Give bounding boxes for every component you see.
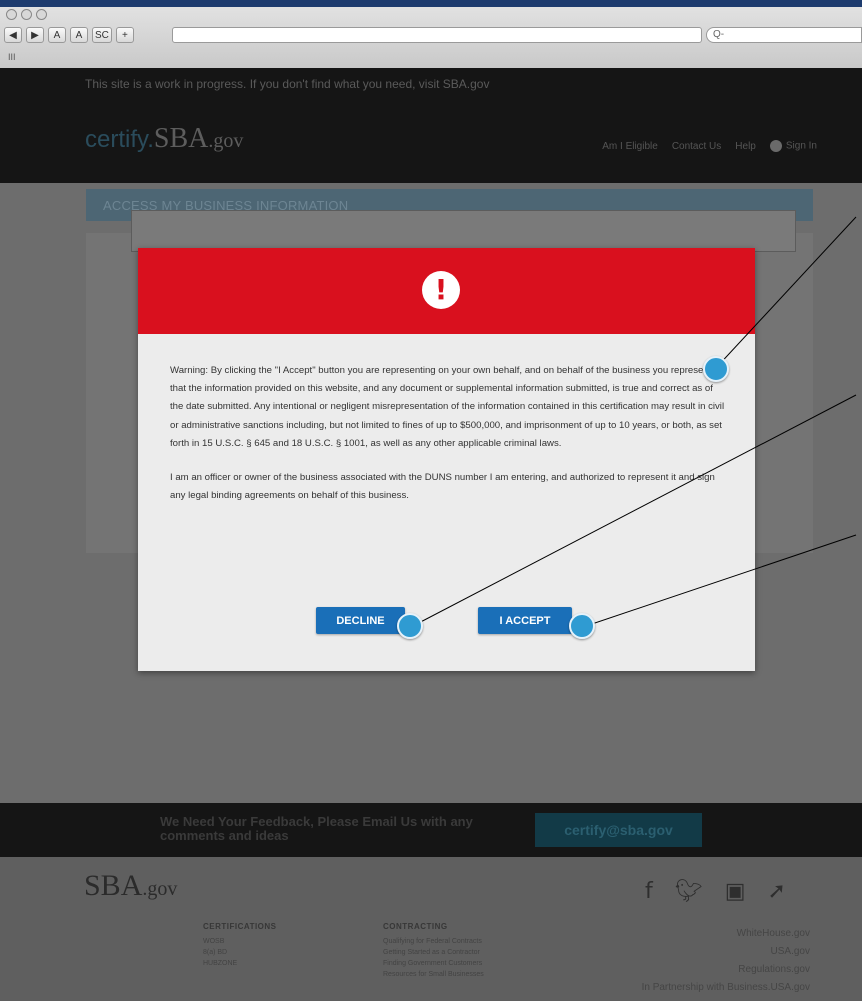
zoom-window-icon[interactable]	[36, 9, 47, 20]
bookmarks-bar[interactable]: III	[8, 52, 16, 62]
nav-user-label: Sign In	[785, 140, 817, 152]
footer-link-partnership[interactable]: In Partnership with Business.USA.gov	[642, 979, 810, 997]
modal-body: Warning: By clicking the "I Accept" butt…	[170, 362, 728, 521]
youtube-icon[interactable]: ▣	[725, 879, 746, 904]
nav-item-contact[interactable]: Contact Us	[672, 141, 721, 152]
certification-warning-modal: ! Warning: By clicking the "I Accept" bu…	[138, 248, 755, 671]
main-nav: Am I Eligible Contact Us Help Sign In	[602, 140, 817, 152]
exclamation-icon: !	[422, 271, 460, 309]
contracting-heading: CONTRACTING	[383, 922, 448, 931]
logo-certify-text: certify.	[85, 126, 154, 153]
feedback-text: We Need Your Feedback, Please Email Us w…	[160, 814, 473, 843]
footer-certifications: CERTIFICATIONS WOSB 8(a) BD HUBZONE	[203, 921, 277, 969]
search-input[interactable]: Q-	[706, 27, 862, 43]
twitter-icon[interactable]: 🐦︎	[675, 879, 703, 904]
browser-chrome: ◀ ▶ A A SC + Q- III	[0, 0, 862, 69]
footer-logo[interactable]: SBA.gov	[84, 869, 177, 903]
minimize-window-icon[interactable]	[21, 9, 32, 20]
user-icon	[769, 140, 782, 152]
feedback-bar: We Need Your Feedback, Please Email Us w…	[0, 803, 862, 857]
footer-link-whitehouse[interactable]: WhiteHouse.gov	[642, 925, 810, 943]
rss-icon[interactable]: ➚	[767, 879, 785, 904]
logo-sba-text: SBA	[153, 123, 209, 154]
add-bookmark-button[interactable]: +	[115, 27, 134, 43]
title-strip	[0, 0, 862, 7]
nav-item-eligible[interactable]: Am I Eligible	[602, 141, 658, 152]
footer-link-hubzone[interactable]: HUBZONE	[203, 958, 277, 969]
forward-button[interactable]: ▶	[26, 27, 44, 43]
nav-item-help[interactable]: Help	[735, 141, 756, 152]
decline-button[interactable]: DECLINE	[316, 607, 405, 634]
back-button[interactable]: ◀	[4, 27, 22, 43]
site-footer: SBA.gov f 🐦︎ ▣ ➚ CERTIFICATIONS WOSB 8(a…	[0, 857, 862, 1001]
footer-logo-sba: SBA	[84, 869, 143, 902]
logo-gov-text: .gov	[208, 130, 244, 152]
callout-marker-text	[703, 356, 729, 382]
footer-link-usa[interactable]: USA.gov	[642, 943, 810, 961]
window-controls[interactable]	[6, 9, 47, 20]
text-larger-button[interactable]: A	[70, 27, 88, 43]
footer-contracting: CONTRACTING Qualifying for Federal Contr…	[383, 921, 484, 980]
footer-logo-gov: .gov	[142, 878, 178, 900]
modal-header: !	[138, 248, 755, 334]
warning-paragraph: Warning: By clicking the "I Accept" butt…	[170, 365, 725, 449]
footer-link-getting-started[interactable]: Getting Started as a Contractor	[383, 947, 484, 958]
site-header: This site is a work in progress. If you …	[0, 68, 862, 183]
footer-link-wosb[interactable]: WOSB	[203, 936, 277, 947]
certify-logo[interactable]: certify.SBA.gov	[85, 123, 243, 155]
address-bar[interactable]	[172, 27, 702, 43]
duns-input[interactable]	[131, 210, 796, 252]
footer-external-links: WhiteHouse.gov USA.gov Regulations.gov I…	[642, 925, 810, 997]
accept-button[interactable]: I ACCEPT	[478, 607, 572, 634]
nav-item-user[interactable]: Sign In	[769, 140, 817, 152]
footer-link-resources[interactable]: Resources for Small Businesses	[383, 969, 484, 980]
footer-link-8a[interactable]: 8(a) BD	[203, 947, 277, 958]
text-smaller-button[interactable]: A	[48, 27, 66, 43]
social-links: f 🐦︎ ▣ ➚	[645, 879, 786, 904]
callout-marker-accept	[569, 613, 595, 639]
close-window-icon[interactable]	[6, 9, 17, 20]
browser-toolbar: ◀ ▶ A A SC +	[4, 27, 134, 43]
certifications-heading: CERTIFICATIONS	[203, 922, 277, 931]
footer-link-regulations[interactable]: Regulations.gov	[642, 961, 810, 979]
site-notice: This site is a work in progress. If you …	[85, 77, 490, 91]
footer-link-qualifying[interactable]: Qualifying for Federal Contracts	[383, 936, 484, 947]
footer-link-finding-customers[interactable]: Finding Government Customers	[383, 958, 484, 969]
feedback-email-button[interactable]: certify@sba.gov	[535, 813, 702, 847]
callout-marker-decline	[397, 613, 423, 639]
snapback-button[interactable]: SC	[92, 27, 112, 43]
facebook-icon[interactable]: f	[645, 879, 653, 904]
officer-paragraph: I am an officer or owner of the business…	[170, 472, 715, 502]
